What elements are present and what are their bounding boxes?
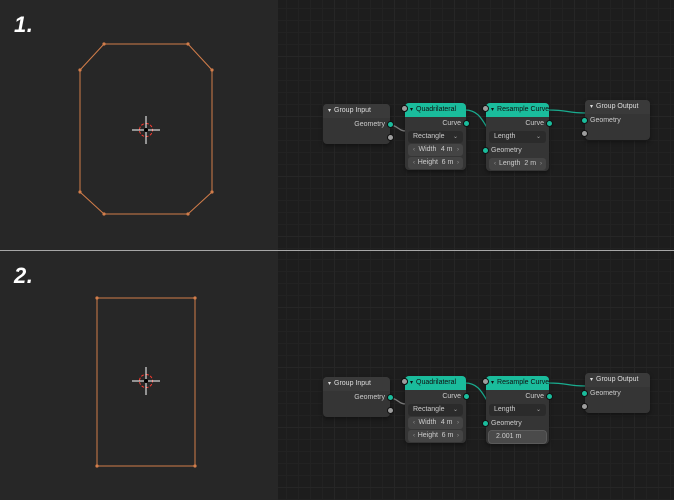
socket-empty-out[interactable] [323,131,390,144]
drag-icon: ‹ [494,158,495,170]
node-editor[interactable]: ▾Group Input Geometry ▾Quadrilateral Cur… [278,251,674,500]
socket-curve-out[interactable]: Curve [486,117,549,130]
socket-geometry-out[interactable]: Geometry [323,391,390,404]
mode-dropdown[interactable]: Length⌄ [489,404,546,416]
node-title: Resample Curve [497,376,549,390]
width-field[interactable]: ‹Width4 m› [408,417,463,429]
chevron-down-icon: ⌄ [453,404,458,416]
socket-empty-in[interactable] [585,127,650,140]
mode-dropdown[interactable]: Rectangle⌄ [408,131,463,143]
socket-curve-out[interactable]: Curve [486,390,549,403]
collapse-icon[interactable]: ▾ [491,103,494,117]
drag-icon: › [540,158,541,170]
mode-dropdown[interactable]: Rectangle⌄ [408,404,463,416]
node-group-input[interactable]: ▾Group Input Geometry [323,377,390,417]
node-resample-curve[interactable]: ▾Resample Curve Curve Length⌄ Geometry ‹… [486,103,549,171]
panel-1: 1. ▾Group Input Geometry [0,0,674,250]
chevron-down-icon: ⌄ [536,404,541,416]
length-field[interactable]: 2.001 m [489,431,546,443]
drag-icon: ‹ [413,144,414,156]
cursor-3d-icon [136,120,156,140]
drag-icon: › [457,430,458,442]
chevron-down-icon: ⌄ [453,131,458,143]
viewport-3d[interactable]: 2. [0,251,278,500]
node-title: Quadrilateral [416,103,456,117]
node-title: Group Output [596,100,638,114]
node-header[interactable]: ▾Group Input [323,377,390,391]
drag-icon: ‹ [413,430,414,442]
collapse-icon[interactable]: ▾ [590,373,593,387]
drag-icon: › [457,417,458,429]
drag-icon: ‹ [413,157,414,169]
node-header[interactable]: ▾Group Output [585,373,650,387]
comparison-container: 1. ▾Group Input Geometry [0,0,674,500]
node-quadrilateral[interactable]: ▾Quadrilateral Curve Rectangle⌄ ‹Width4 … [405,376,466,443]
viewport-3d[interactable]: 1. [0,0,278,250]
node-title: Group Input [334,104,371,118]
height-field[interactable]: ‹Height6 m› [408,430,463,442]
width-field[interactable]: ‹Width4 m› [408,144,463,156]
collapse-icon[interactable]: ▾ [328,104,331,118]
node-title: Quadrilateral [416,376,456,390]
node-header[interactable]: ▾Group Input [323,104,390,118]
collapse-icon[interactable]: ▾ [491,376,494,390]
drag-icon: › [457,144,458,156]
socket-geometry-in[interactable]: Geometry [585,387,650,400]
drag-icon: ‹ [413,417,414,429]
node-title: Group Input [334,377,371,391]
length-field[interactable]: ‹Length2 m› [489,158,546,170]
mode-dropdown[interactable]: Length⌄ [489,131,546,143]
node-title: Group Output [596,373,638,387]
drag-icon: › [457,157,458,169]
node-title: Resample Curve [497,103,549,117]
node-header[interactable]: ▾Group Output [585,100,650,114]
node-quadrilateral[interactable]: ▾Quadrilateral Curve Rectangle⌄ ‹Width4 … [405,103,466,170]
socket-geometry-in[interactable]: Geometry [486,144,549,157]
node-group-input[interactable]: ▾Group Input Geometry [323,104,390,144]
socket-empty-in[interactable] [585,400,650,413]
socket-geometry-out[interactable]: Geometry [323,118,390,131]
node-resample-curve[interactable]: ▾Resample Curve Curve Length⌄ Geometry 2… [486,376,549,444]
collapse-icon[interactable]: ▾ [590,100,593,114]
node-header[interactable]: ▾Resample Curve [486,376,549,390]
node-header[interactable]: ▾Quadrilateral [405,103,466,117]
socket-geometry-in[interactable]: Geometry [585,114,650,127]
collapse-icon[interactable]: ▾ [410,103,413,117]
socket-geometry-in[interactable]: Geometry [486,417,549,430]
chevron-down-icon: ⌄ [536,131,541,143]
node-group-output[interactable]: ▾Group Output Geometry [585,100,650,140]
node-editor[interactable]: ▾Group Input Geometry ▾Quadrilateral Cur… [278,0,674,250]
socket-curve-out[interactable]: Curve [405,117,466,130]
node-header[interactable]: ▾Resample Curve [486,103,549,117]
height-field[interactable]: ‹Height6 m› [408,157,463,169]
socket-empty-out[interactable] [323,404,390,417]
socket-curve-out[interactable]: Curve [405,390,466,403]
node-group-output[interactable]: ▾Group Output Geometry [585,373,650,413]
panel-2: 2. ▾Group Input Geometry ▾Qu [0,251,674,500]
collapse-icon[interactable]: ▾ [328,377,331,391]
cursor-3d-icon [136,371,156,391]
collapse-icon[interactable]: ▾ [410,376,413,390]
node-header[interactable]: ▾Quadrilateral [405,376,466,390]
